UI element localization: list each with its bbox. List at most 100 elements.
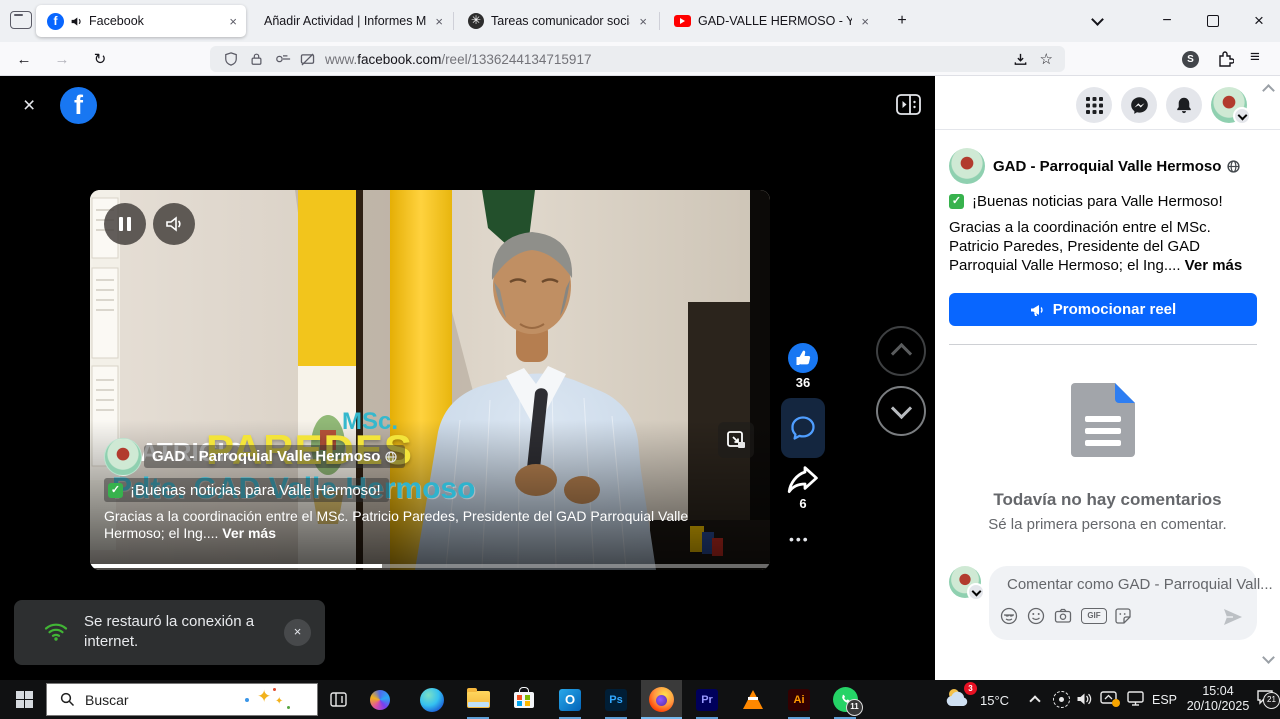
notifications-button[interactable]	[1166, 87, 1202, 123]
apps-menu-button[interactable]	[1076, 87, 1112, 123]
search-sparkle-icon: ✦	[257, 687, 271, 707]
overlay-see-more[interactable]: Ver más	[222, 525, 276, 541]
camera-icon[interactable]	[1054, 607, 1072, 625]
tracking-shield-icon[interactable]	[224, 52, 238, 66]
task-view-button[interactable]	[318, 680, 358, 719]
sidebar-divider	[935, 129, 1280, 130]
taskbar-whatsapp-icon[interactable]: 11	[825, 680, 865, 719]
taskbar-premiere-icon[interactable]: Pr	[687, 680, 727, 719]
window-close-button[interactable]: ×	[1242, 0, 1276, 42]
messenger-button[interactable]	[1121, 87, 1157, 123]
taskbar-photoshop-icon[interactable]: Ps	[596, 680, 636, 719]
taskbar-outlook-icon[interactable]: O	[550, 680, 590, 719]
taskbar-edge-icon[interactable]	[412, 680, 452, 719]
tray-display-icon[interactable]	[1127, 691, 1144, 706]
permissions-icon[interactable]	[275, 53, 291, 65]
clock[interactable]: 15:04 20/10/2025	[1180, 684, 1256, 714]
comment-button[interactable]	[781, 398, 825, 458]
address-bar[interactable]: www.facebook.com/reel/1336244134715917 ☆	[210, 46, 1065, 72]
tab-close-icon[interactable]: ×	[220, 14, 246, 29]
emoji-icon[interactable]	[1027, 607, 1045, 625]
messenger-icon	[1130, 96, 1149, 115]
screenshare-blocked-icon[interactable]	[300, 53, 315, 66]
pause-button[interactable]	[104, 203, 146, 245]
forward-button[interactable]: →	[49, 47, 75, 71]
save-to-pocket-icon[interactable]	[1013, 52, 1028, 67]
send-comment-icon[interactable]	[1223, 608, 1243, 626]
bookmark-star-icon[interactable]: ☆	[1040, 50, 1053, 68]
next-reel-button[interactable]	[876, 386, 926, 436]
avatar-sticker-icon[interactable]	[1000, 607, 1018, 625]
extensions-icon[interactable]	[1216, 50, 1234, 68]
toast-close-icon[interactable]: ×	[284, 619, 311, 646]
collapse-panel-icon[interactable]	[896, 94, 921, 115]
sticker-icon[interactable]	[1114, 607, 1132, 625]
facebook-logo[interactable]: f	[60, 87, 97, 124]
overlay-description[interactable]: Gracias a la coordinación entre el MSc. …	[104, 508, 752, 542]
promote-reel-label: Promocionar reel	[1053, 301, 1176, 318]
profile-avatar[interactable]	[1211, 87, 1247, 123]
sidebar-description[interactable]: Gracias a la coordinación entre el MSc. …	[949, 218, 1259, 275]
window-minimize-button[interactable]: −	[1150, 0, 1184, 42]
profile-chevron-icon	[1233, 107, 1251, 125]
close-reel-icon[interactable]: ×	[23, 94, 35, 118]
promote-reel-button[interactable]: Promocionar reel	[949, 293, 1257, 326]
menu-icon[interactable]: ≡	[1250, 47, 1260, 67]
tab-youtube[interactable]: GAD-VALLE HERMOSO - YouTu ×	[664, 5, 878, 37]
tab-close-icon[interactable]: ×	[426, 14, 452, 29]
whatsapp-badge: 11	[846, 699, 863, 716]
volume-button[interactable]	[153, 203, 195, 245]
share-icon[interactable]	[786, 464, 820, 494]
weather-icon[interactable]: 3	[944, 686, 972, 708]
sidebar-page-avatar[interactable]	[949, 148, 985, 184]
reel-video[interactable]: ATRICIO MSc. PAREDES Pdte. GAD Valle Her…	[90, 190, 770, 570]
pip-icon[interactable]	[718, 422, 754, 458]
tab-close-icon[interactable]: ×	[852, 14, 878, 29]
more-options-icon[interactable]: •••	[789, 531, 810, 547]
composer-avatar[interactable]	[949, 566, 981, 598]
tab-separator	[453, 12, 454, 30]
firefox-view-icon[interactable]	[10, 11, 32, 29]
composer-placeholder[interactable]: Comentar como GAD - Parroquial Vall...	[1007, 576, 1273, 593]
url-prefix: www.	[325, 52, 357, 67]
language-indicator[interactable]: ESP	[1152, 693, 1177, 707]
new-tab-button[interactable]: +	[890, 10, 914, 34]
account-extension-icon[interactable]: S	[1182, 51, 1199, 68]
back-button[interactable]: ←	[11, 47, 37, 71]
tray-volume-icon[interactable]	[1076, 691, 1092, 707]
url-text[interactable]: www.facebook.com/reel/1336244134715917	[325, 52, 1013, 67]
copilot-icon[interactable]	[360, 680, 400, 719]
window-restore-button[interactable]	[1196, 0, 1230, 42]
tab-audio-icon[interactable]	[70, 15, 83, 28]
tab-facebook[interactable]: f Facebook ×	[36, 5, 246, 37]
overlay-page-avatar[interactable]	[104, 438, 142, 476]
tab-informes[interactable]: Añadir Actividad | Informes Mensua ×	[252, 5, 452, 37]
overlay-page-name: GAD - Parroquial Valle Hermoso	[152, 448, 380, 465]
taskbar-vlc-icon[interactable]	[733, 680, 773, 719]
facebook-favicon: f	[47, 13, 64, 30]
notification-center-icon[interactable]: 21	[1256, 689, 1274, 705]
taskbar-explorer-icon[interactable]	[458, 680, 498, 719]
comment-composer[interactable]: Comentar como GAD - Parroquial Vall... G…	[989, 566, 1257, 640]
overlay-page-name-row[interactable]: GAD - Parroquial Valle Hermoso	[144, 445, 405, 468]
start-button[interactable]	[4, 680, 44, 719]
video-progress-track[interactable]	[90, 564, 770, 568]
taskbar-illustrator-icon[interactable]: Ai	[779, 680, 819, 719]
reload-button[interactable]: ↻	[87, 47, 113, 71]
gif-icon[interactable]: GIF	[1081, 608, 1107, 624]
taskbar-store-icon[interactable]	[504, 680, 544, 719]
sidebar-page-name-row[interactable]: GAD - Parroquial Valle Hermoso	[993, 158, 1240, 175]
lock-icon[interactable]	[250, 52, 263, 66]
temperature-label[interactable]: 15°C	[980, 693, 1009, 708]
tray-screenshare-icon[interactable]	[1100, 691, 1117, 705]
tray-capture-icon[interactable]	[1053, 691, 1070, 708]
sidebar-page-name: GAD - Parroquial Valle Hermoso	[993, 158, 1221, 175]
taskbar-firefox-icon[interactable]	[641, 680, 682, 719]
like-icon[interactable]	[788, 343, 818, 373]
tab-list-button[interactable]	[1080, 0, 1114, 42]
taskbar-search[interactable]: Buscar ✦ ✦	[46, 683, 318, 716]
tab-close-icon[interactable]: ×	[630, 14, 656, 29]
sidebar-see-more[interactable]: Ver más	[1185, 257, 1243, 274]
previous-reel-button[interactable]	[876, 326, 926, 376]
tab-tareas[interactable]: ✳ Tareas comunicador social GAD ×	[458, 5, 656, 37]
